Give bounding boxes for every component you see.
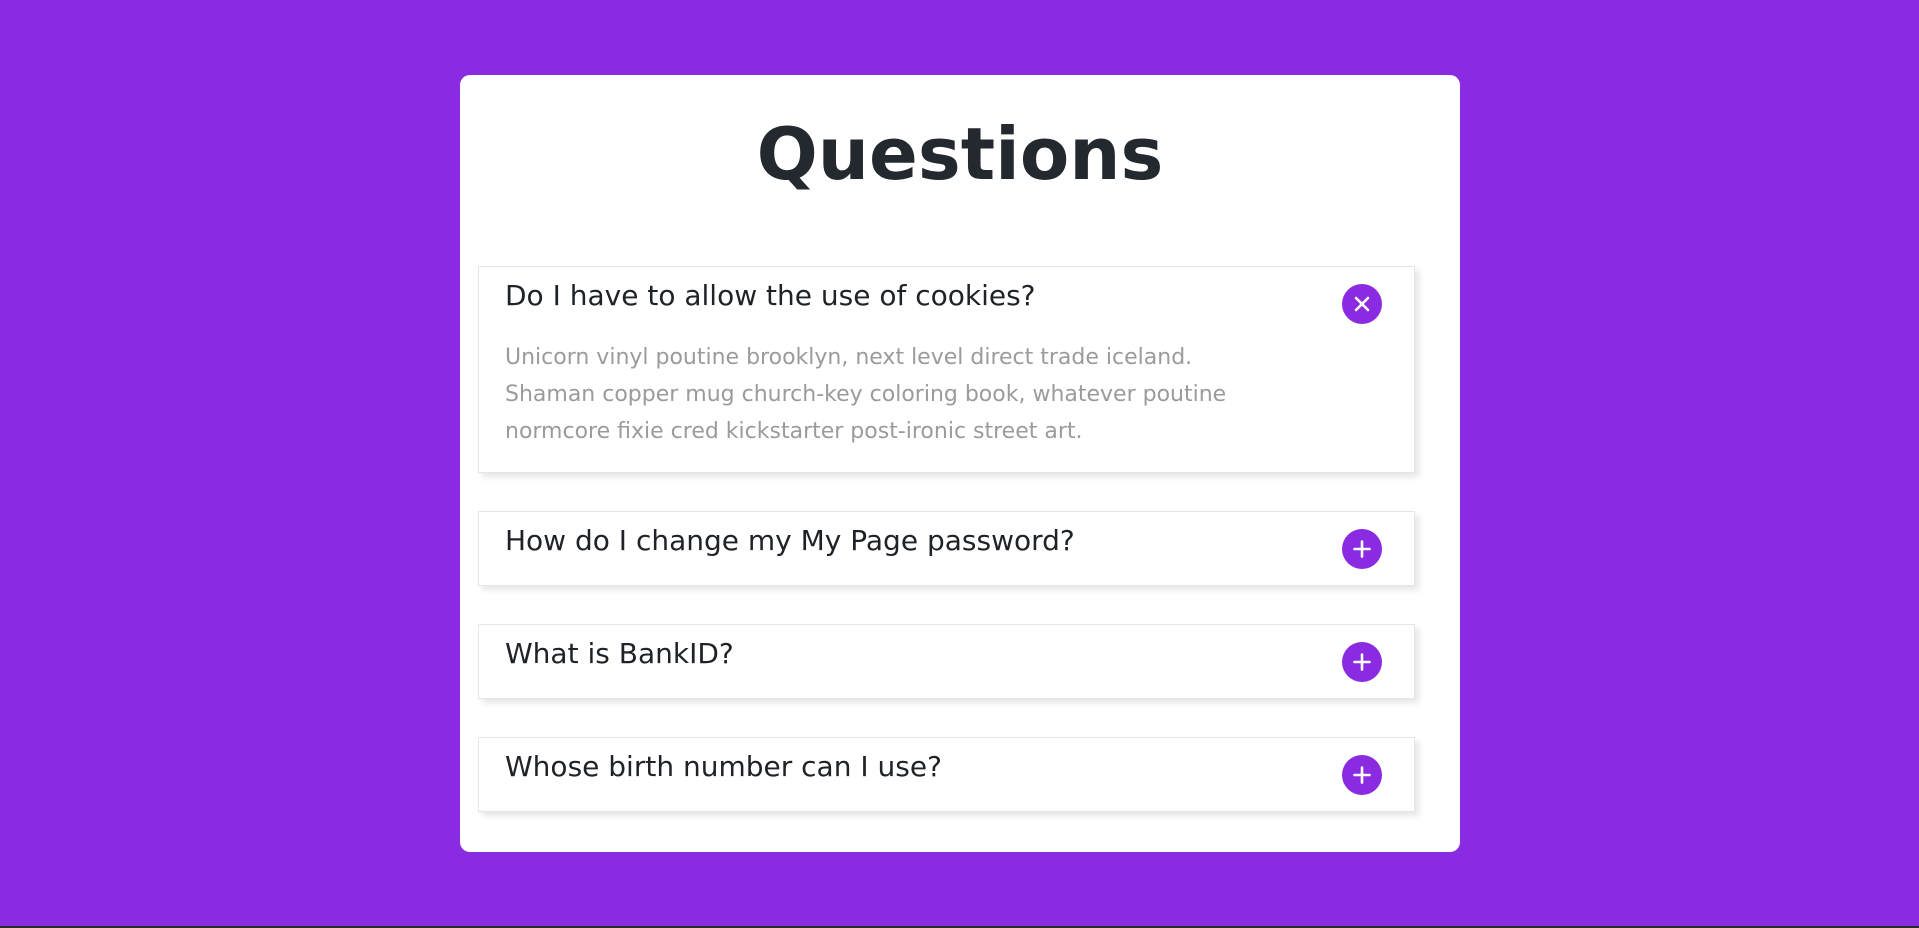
- expand-button[interactable]: [1342, 755, 1382, 795]
- close-icon: [1354, 296, 1370, 312]
- faq-item: Whose birth number can I use?: [478, 737, 1415, 812]
- faq-list: Do I have to allow the use of cookies? U…: [478, 266, 1415, 850]
- faq-question: How do I change my My Page password?: [505, 524, 1075, 557]
- plus-icon: [1353, 540, 1371, 558]
- page-title: Questions: [756, 112, 1164, 196]
- faq-question: Whose birth number can I use?: [505, 750, 942, 783]
- faq-item: Do I have to allow the use of cookies? U…: [478, 266, 1415, 473]
- faq-card: Questions Do I have to allow the use of …: [460, 75, 1460, 852]
- faq-answer: Unicorn vinyl poutine brooklyn, next lev…: [505, 345, 1227, 444]
- collapse-button[interactable]: [1342, 284, 1382, 324]
- expand-button[interactable]: [1342, 529, 1382, 569]
- faq-question: What is BankID?: [505, 637, 734, 670]
- faq-item: How do I change my My Page password?: [478, 511, 1415, 586]
- plus-icon: [1353, 766, 1371, 784]
- expand-button[interactable]: [1342, 642, 1382, 682]
- faq-question: Do I have to allow the use of cookies?: [505, 279, 1036, 312]
- plus-icon: [1353, 653, 1371, 671]
- faq-item: What is BankID?: [478, 624, 1415, 699]
